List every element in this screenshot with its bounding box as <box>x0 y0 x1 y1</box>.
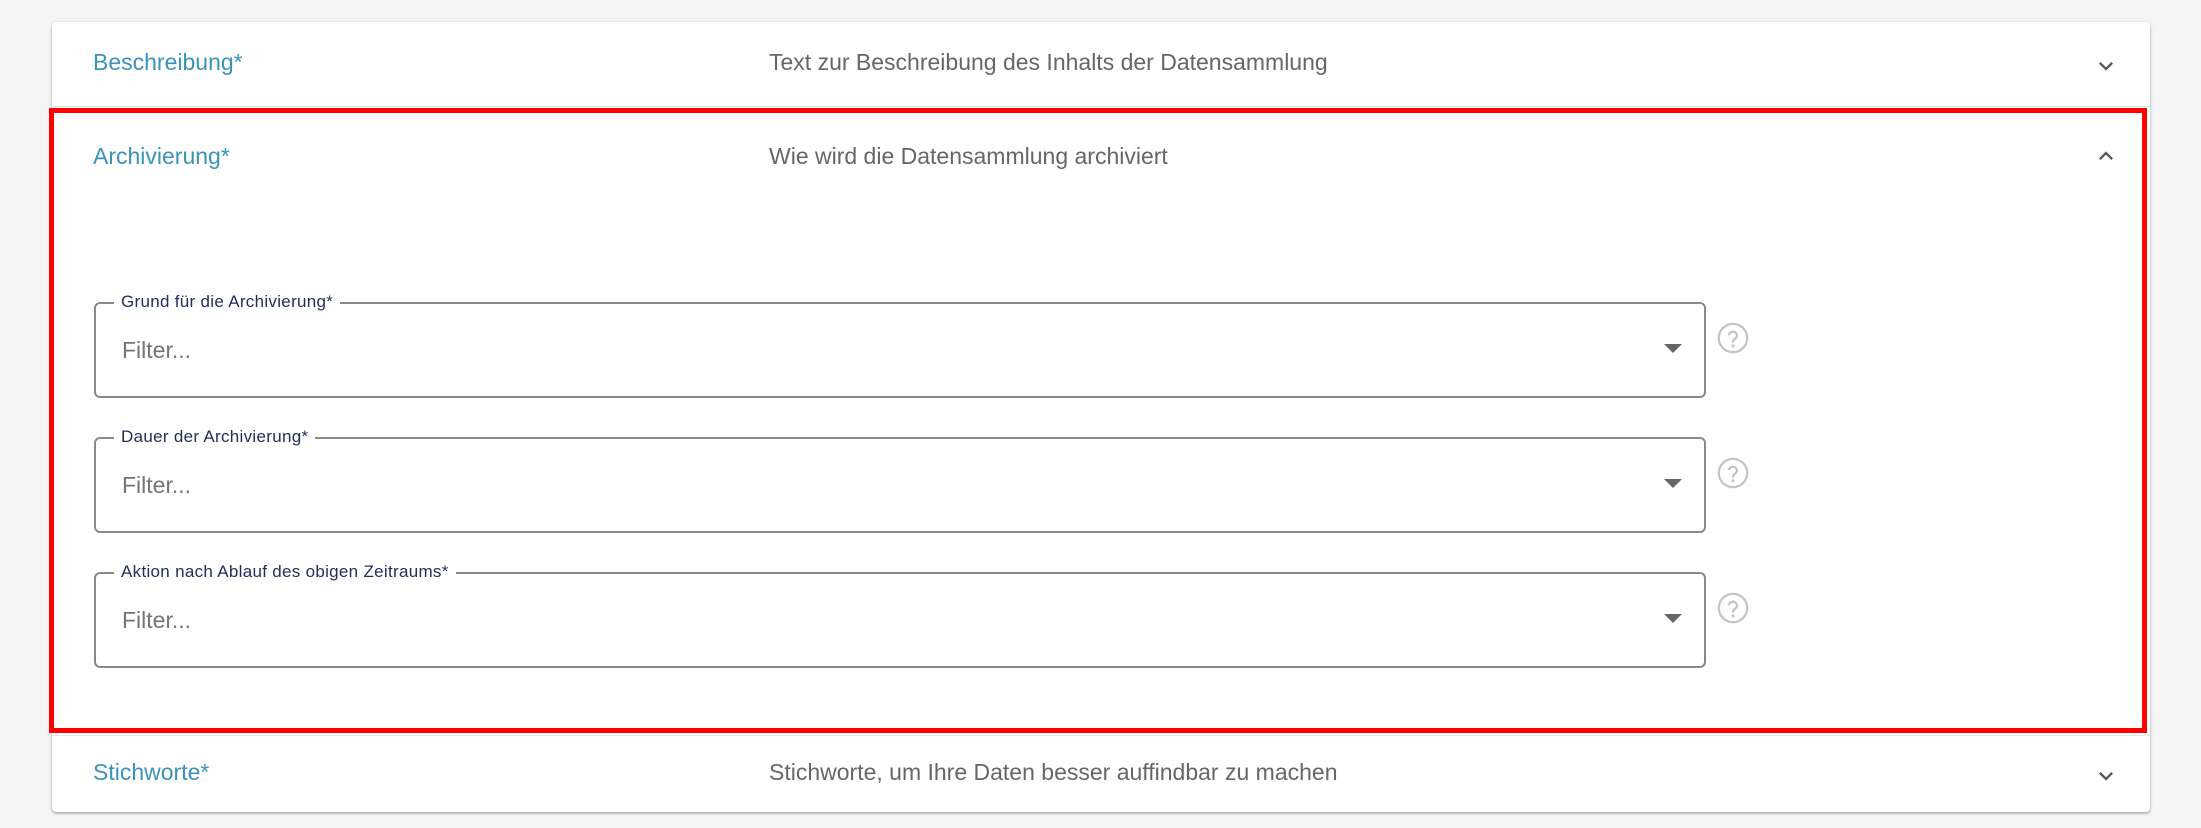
caret-down-icon[interactable] <box>1664 614 1682 623</box>
panel-header-stichworte[interactable]: Stichworte* Stichworte, um Ihre Daten be… <box>52 728 2150 812</box>
panel-title: Stichworte* <box>93 759 210 785</box>
help-circle-icon[interactable] <box>1716 591 1750 625</box>
panel-title: Beschreibung* <box>93 49 243 75</box>
select-placeholder: Filter... <box>122 472 192 498</box>
chevron-down-icon[interactable] <box>2092 52 2120 80</box>
chevron-up-icon[interactable] <box>2092 142 2120 170</box>
archiving-duration-select[interactable]: Dauer der Archivierung* Filter... <box>94 426 1706 533</box>
select-placeholder: Filter... <box>122 607 192 633</box>
panel-description: Stichworte, um Ihre Daten besser auffind… <box>769 759 1338 785</box>
caret-down-icon[interactable] <box>1664 479 1682 488</box>
help-circle-icon[interactable] <box>1716 456 1750 490</box>
panel-description: Wie wird die Datensammlung archiviert <box>769 143 1168 169</box>
field-label: Grund für die Archivierung* <box>114 291 341 313</box>
field-label: Aktion nach Ablauf des obigen Zeitraums* <box>114 561 456 583</box>
post-expiry-action-select[interactable]: Aktion nach Ablauf des obigen Zeitraums*… <box>94 561 1706 668</box>
panel-title: Archivierung* <box>93 143 230 169</box>
chevron-down-icon[interactable] <box>2092 762 2120 790</box>
help-circle-icon[interactable] <box>1716 321 1750 355</box>
panel-description: Text zur Beschreibung des Inhalts der Da… <box>769 49 1328 75</box>
archiving-reason-select[interactable]: Grund für die Archivierung* Filter... <box>94 291 1706 398</box>
form-card: Beschreibung* Text zur Beschreibung des … <box>52 22 2150 812</box>
field-label: Dauer der Archivierung* <box>114 426 316 448</box>
caret-down-icon[interactable] <box>1664 344 1682 353</box>
panel-header-archivierung[interactable]: Archivierung* Wie wird die Datensammlung… <box>52 118 2150 202</box>
select-placeholder: Filter... <box>122 337 192 363</box>
panel-header-beschreibung[interactable]: Beschreibung* Text zur Beschreibung des … <box>52 22 2150 106</box>
panel-divider <box>52 106 2150 107</box>
